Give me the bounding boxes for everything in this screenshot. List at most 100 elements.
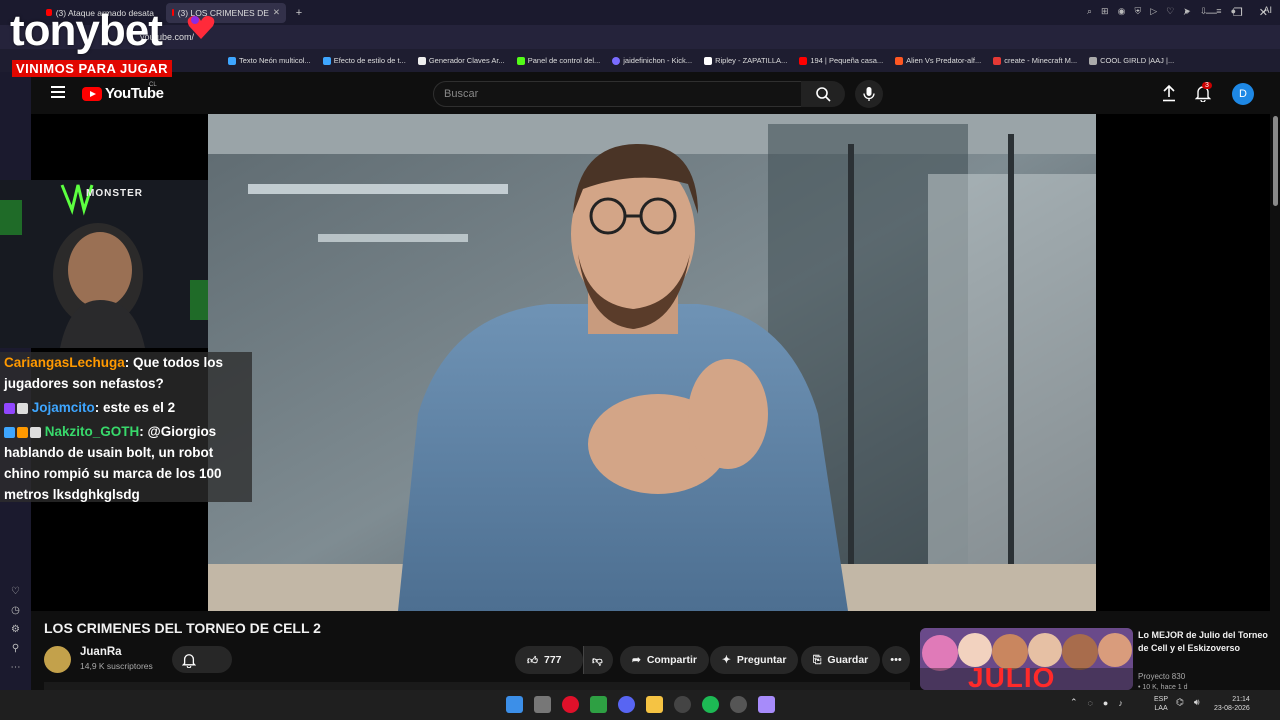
file-explorer-icon[interactable] — [646, 696, 663, 713]
tray-chevron-icon[interactable]: ⌃ — [1070, 697, 1078, 708]
like-button[interactable]: 👍︎ 777 — [515, 646, 583, 674]
mic-tray-icon[interactable]: ♪ — [1118, 698, 1123, 708]
ask-button[interactable]: ✦ Preguntar — [710, 646, 799, 674]
thumbs-up-icon: 👍︎ — [527, 654, 538, 667]
search-input[interactable]: Buscar — [433, 81, 803, 107]
menu-icon[interactable]: ≡ — [1216, 6, 1221, 17]
bookmark-favicon-icon — [417, 56, 426, 65]
bookmark-item[interactable]: Alien Vs Predator-alf... — [895, 56, 981, 65]
opera-icon[interactable] — [562, 696, 579, 713]
voice-search-button[interactable] — [855, 80, 883, 108]
volume-icon[interactable]: 🔊︎ — [1194, 697, 1200, 708]
play-icon[interactable]: ▷ — [1150, 6, 1157, 17]
bookmark-favicon-icon — [993, 56, 1002, 65]
system-status: ⌬ 🔊︎ — [1176, 697, 1200, 708]
youtube-header: YouTube CL Buscar 3 D — [31, 72, 1280, 114]
video-player[interactable] — [208, 114, 1096, 611]
bookmark-favicon-icon — [1089, 56, 1098, 65]
shield-icon[interactable]: ⛨ — [1134, 6, 1141, 17]
thumbs-down-icon: 👎︎ — [592, 654, 603, 667]
bookmark-item[interactable]: Texto Neón multicol... — [228, 56, 311, 65]
search-button[interactable] — [801, 81, 845, 107]
bookmark-item[interactable]: Ripley - ZAPATILLA... — [704, 56, 787, 65]
bluetooth-icon[interactable]: ◌ — [1088, 698, 1093, 708]
extension-app-icon[interactable] — [758, 696, 775, 713]
keyboard-language[interactable]: ESP LAA — [1154, 695, 1168, 713]
clock-time: 21:14 — [1232, 696, 1250, 703]
bookmark-item[interactable]: Efecto de estilo de t... — [322, 56, 406, 65]
bookmark-item[interactable]: 194 | Pequeña casa... — [799, 56, 883, 65]
camera-icon[interactable]: ◉ — [1118, 6, 1126, 17]
upload-button[interactable] — [1161, 84, 1177, 107]
sponsor-logo: MONSTER — [86, 188, 143, 199]
chat-message: Nakzito_GOTH: @Giorgios hablando de usai… — [4, 421, 252, 505]
mask-badge-icon — [30, 426, 41, 438]
recommended-thumbnail[interactable]: JULIO — [920, 628, 1133, 690]
ask-label: Preguntar — [736, 654, 787, 666]
bookmark-item[interactable]: jaidefinichon - Kick... — [612, 56, 692, 65]
network-icon[interactable]: ⌬ — [1176, 697, 1184, 708]
discord-icon[interactable] — [618, 696, 635, 713]
dislike-button[interactable]: 👎︎ — [583, 646, 613, 674]
channel-name[interactable]: JuanRa — [80, 646, 122, 658]
recommended-title[interactable]: Lo MEJOR de Julio del Torneo de Cell y e… — [1138, 629, 1268, 655]
zoom-icon[interactable]: ⌕ — [1087, 6, 1092, 17]
start-icon[interactable] — [506, 696, 523, 713]
tips-icon[interactable]: ⚲ — [12, 643, 19, 654]
browser-tab-active[interactable]: (3) LOS CRIMENES DE ✕ — [166, 2, 286, 23]
recommended-channel[interactable]: Proyecto 830 — [1138, 672, 1185, 681]
share-button[interactable]: ➦ Compartir — [620, 646, 709, 674]
channel-avatar[interactable] — [44, 646, 71, 673]
chat-text: : este es el 2 — [94, 400, 176, 415]
ai-button[interactable]: AI — [1263, 5, 1272, 15]
subscribe-bell-button[interactable] — [172, 646, 232, 673]
bookmark-item[interactable]: Panel de control del... — [516, 56, 600, 65]
task-view-icon[interactable] — [534, 696, 551, 713]
spotify-icon[interactable] — [702, 696, 719, 713]
bookmark-item[interactable]: create - Minecraft M... — [993, 56, 1077, 65]
extension-icon[interactable]: ⊞ — [1101, 6, 1109, 17]
send-icon[interactable]: ➤ — [1183, 6, 1191, 17]
description-box[interactable] — [44, 682, 910, 690]
profile-icon[interactable]: ● — [1231, 6, 1236, 17]
brand-slogan: VINIMOS PARA JUGAR — [12, 60, 173, 77]
download-icon[interactable]: ⇩ — [1200, 6, 1208, 17]
bookmark-item[interactable]: COOL GIRLD |AAJ |... — [1089, 56, 1174, 65]
account-avatar[interactable]: D — [1232, 83, 1254, 105]
youtube-favicon-icon — [172, 9, 174, 16]
sidebar-icons: ♡ ◷ ⚙ ⚲ ⋯ — [0, 586, 31, 673]
obs-icon[interactable] — [674, 696, 691, 713]
bookmark-icon: ⎘ — [813, 653, 822, 666]
heart-icon[interactable]: ♡ — [1166, 6, 1174, 17]
system-tray: ⌃ ◌ ● ♪ — [1070, 697, 1123, 708]
chat-username: Nakzito_GOTH — [44, 424, 140, 439]
scrollbar-thumb[interactable] — [1273, 116, 1278, 206]
hamburger-menu-icon[interactable] — [51, 86, 65, 101]
prime-badge-icon — [4, 426, 15, 438]
chat-username: Jojamcito — [31, 400, 95, 415]
settings-icon[interactable]: ⚙ — [11, 624, 20, 635]
bookmark-item[interactable]: Generador Claves Ar... — [417, 56, 505, 65]
xbox-icon[interactable] — [590, 696, 607, 713]
favorites-icon[interactable]: ♡ — [11, 586, 20, 597]
bell-icon — [181, 654, 197, 669]
history-icon[interactable]: ◷ — [11, 605, 20, 616]
notification-badge: 3 — [1202, 82, 1212, 89]
steam-icon[interactable]: ● — [1103, 698, 1108, 708]
new-tab-button[interactable]: + — [292, 6, 306, 20]
like-count: 777 — [543, 654, 562, 666]
more-icon[interactable]: ⋯ — [11, 662, 21, 673]
chat-username: CariangasLechuga — [4, 355, 125, 370]
stream-chat: CariangasLechuga: Que todos los jugadore… — [0, 352, 252, 502]
sparkle-icon: ✦ — [722, 654, 731, 666]
windows-taskbar: ⌃ ◌ ● ♪ ⌬ 🔊︎ — [0, 690, 1280, 720]
chat-badges — [4, 426, 41, 438]
more-actions-button[interactable]: ••• — [882, 646, 910, 674]
app-icon[interactable] — [730, 696, 747, 713]
close-tab-icon[interactable]: ✕ — [273, 7, 280, 18]
lang-code: ESP — [1154, 696, 1169, 703]
save-button[interactable]: ⎘ Guardar — [801, 646, 881, 674]
taskbar-clock[interactable]: 21:14 23-08-2026 — [1214, 695, 1250, 713]
video-title: LOS CRIMENES DEL TORNEO DE CELL 2 — [44, 620, 321, 636]
streamer-webcam — [0, 180, 208, 348]
